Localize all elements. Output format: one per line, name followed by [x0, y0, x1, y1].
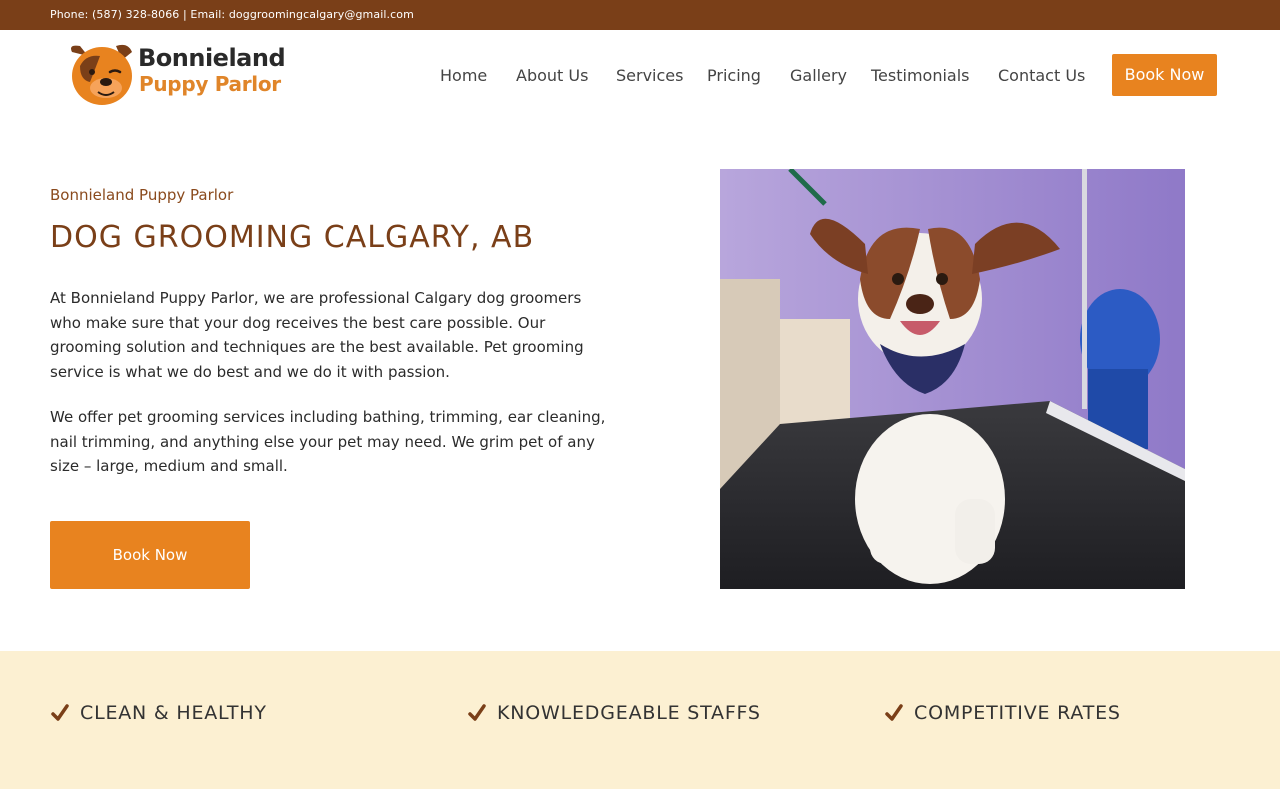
hero-paragraph-2: We offer pet grooming services including… [50, 408, 606, 476]
hero-eyebrow: Bonnieland Puppy Parlor [50, 186, 234, 204]
feature-label: COMPETITIVE RATES [914, 702, 1121, 724]
contact-info: Phone: (587) 328-8066 | Email: doggroomi… [50, 8, 414, 21]
nav-services[interactable]: Services [616, 66, 683, 85]
nav-home[interactable]: Home [440, 66, 487, 85]
nav-pricing[interactable]: Pricing [707, 66, 761, 85]
main-nav: Home About Us Services Pricing Gallery T… [0, 30, 1280, 120]
hero-book-now-button[interactable]: Book Now [50, 521, 250, 589]
check-icon [51, 704, 69, 721]
site-header: Bonnieland Puppy Parlor Home About Us Se… [0, 30, 1280, 120]
nav-contact-us[interactable]: Contact Us [998, 66, 1085, 85]
feature-label: CLEAN & HEALTHY [80, 702, 267, 724]
check-icon [885, 704, 903, 721]
features-section: CLEAN & HEALTHY KNOWLEDGEABLE STAFFS COM… [0, 651, 1280, 789]
puppy-photo [720, 169, 1185, 589]
nav-gallery[interactable]: Gallery [790, 66, 847, 85]
nav-testimonials[interactable]: Testimonials [871, 66, 970, 85]
feature-label: KNOWLEDGEABLE STAFFS [497, 702, 761, 724]
nav-book-now-button[interactable]: Book Now [1112, 54, 1217, 96]
top-contact-bar: Phone: (587) 328-8066 | Email: doggroomi… [0, 0, 1280, 30]
page-title: DOG GROOMING CALGARY, AB [50, 220, 535, 255]
hero-paragraph-1: At Bonnieland Puppy Parlor, we are profe… [50, 289, 584, 382]
check-icon [468, 704, 486, 721]
nav-about-us[interactable]: About Us [516, 66, 588, 85]
